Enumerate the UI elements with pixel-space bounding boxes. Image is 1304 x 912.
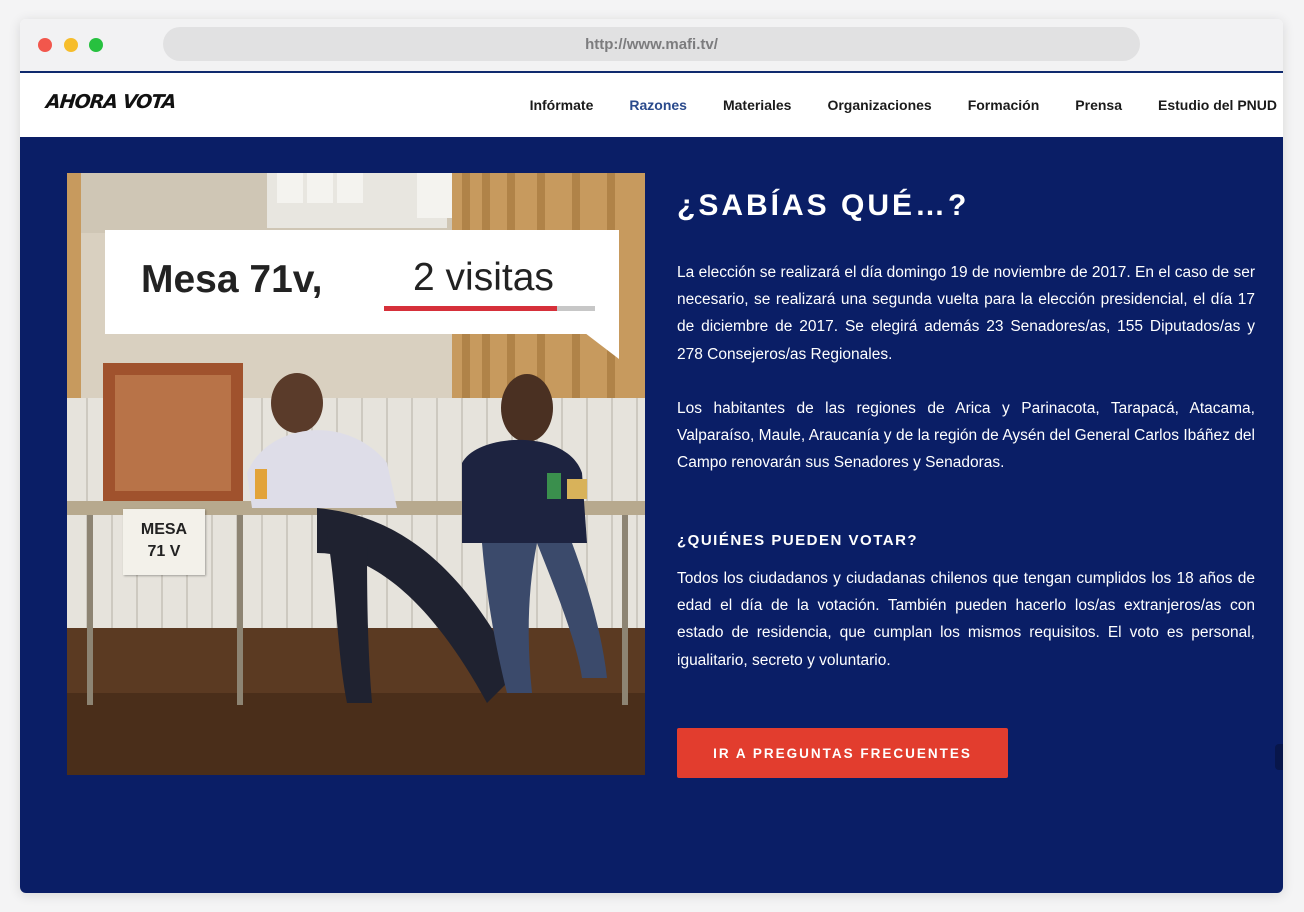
nav-item-materiales[interactable]: Materiales: [723, 97, 791, 113]
who-can-vote-paragraph: Todos los ciudadanos y ciudadanas chilen…: [677, 570, 1255, 669]
browser-chrome: http://www.mafi.tv/: [20, 19, 1283, 73]
caption-table-label: Mesa 71v,: [141, 258, 323, 301]
maximize-window-button[interactable]: [89, 38, 103, 52]
election-info-paragraph: La elección se realizará el día domingo …: [677, 264, 1255, 363]
caption-pointer: [585, 333, 619, 359]
table-sign-line1: MESA: [140, 521, 188, 538]
visits-caption: Mesa 71v, 2 visitas: [105, 230, 619, 334]
polling-station-photo: Mesa 71v, 2 visitas MESA 71 V: [67, 173, 645, 775]
table-sign-line2: 71 V: [147, 543, 181, 560]
close-window-button[interactable]: [38, 38, 52, 52]
visits-progress-bar: [384, 306, 595, 311]
caption-visits-label: 2 visitas: [413, 256, 554, 299]
table-sign: MESA 71 V: [123, 509, 205, 575]
address-bar[interactable]: http://www.mafi.tv/: [163, 27, 1140, 61]
scroll-handle[interactable]: [1275, 744, 1283, 770]
minimize-window-button[interactable]: [64, 38, 78, 52]
site-header: AHORA VOTA Infórmate Razones Materiales Org…: [20, 73, 1283, 137]
site-logo[interactable]: AHORA VOTA: [45, 91, 177, 113]
faq-button[interactable]: IR A PREGUNTAS FRECUENTES: [677, 728, 1008, 778]
nav-item-prensa[interactable]: Prensa: [1075, 97, 1122, 113]
main-nav: Infórmate Razones Materiales Organizaciones…: [530, 73, 1277, 137]
browser-window: http://www.mafi.tv/ AHORA VOTA Infórmate…: [20, 19, 1283, 893]
nav-item-formaci-n[interactable]: Formación: [968, 97, 1040, 113]
hero-section: Mesa 71v, 2 visitas MESA 71 V ¿SABÍAS QU…: [20, 137, 1283, 893]
nav-item-organizaciones[interactable]: Organizaciones: [827, 97, 931, 113]
nav-item-inf-rmate[interactable]: Infórmate: [530, 97, 594, 113]
nav-item-razones[interactable]: Razones: [629, 97, 687, 113]
visits-progress-fill: [384, 306, 558, 311]
section-heading: ¿SABÍAS QUÉ…?: [677, 189, 970, 222]
regions-paragraph: Los habitantes de las regiones de Arica …: [677, 400, 1255, 472]
who-can-vote-heading: ¿QUIÉNES PUEDEN VOTAR?: [677, 532, 919, 549]
nav-item-estudio-del-pnud[interactable]: Estudio del PNUD: [1158, 97, 1277, 113]
